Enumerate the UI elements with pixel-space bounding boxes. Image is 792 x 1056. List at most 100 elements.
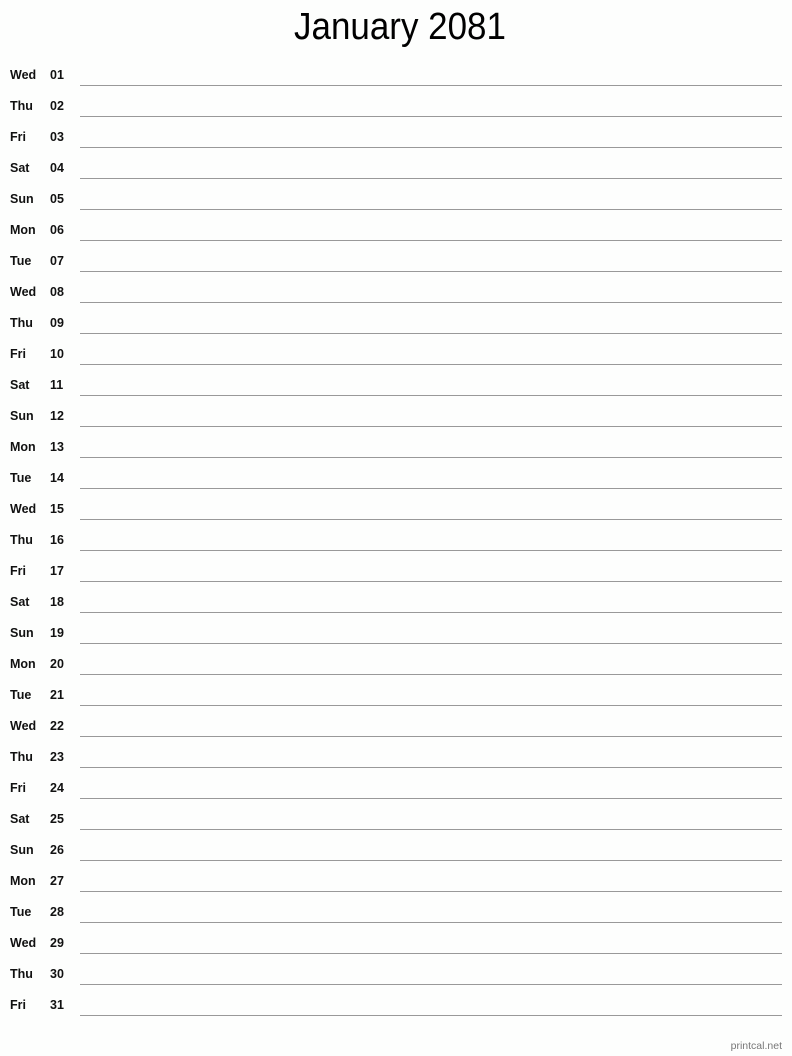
- day-number: 31: [50, 998, 64, 1012]
- writing-line[interactable]: [80, 674, 782, 675]
- day-number: 07: [50, 254, 64, 268]
- day-number: 15: [50, 502, 64, 516]
- day-number: 26: [50, 843, 64, 857]
- day-row: Wed 29: [0, 936, 792, 967]
- day-of-week: Wed: [10, 936, 37, 950]
- day-of-week: Sat: [10, 595, 30, 609]
- day-of-week: Thu: [10, 99, 33, 113]
- day-of-week: Thu: [10, 750, 33, 764]
- day-number: 10: [50, 347, 64, 361]
- writing-line[interactable]: [80, 116, 782, 117]
- day-of-week: Mon: [10, 223, 36, 237]
- day-row: Sat 25: [0, 812, 792, 843]
- writing-line[interactable]: [80, 860, 782, 861]
- writing-line[interactable]: [80, 178, 782, 179]
- day-of-week: Thu: [10, 533, 33, 547]
- writing-line[interactable]: [80, 798, 782, 799]
- day-row: Fri 10: [0, 347, 792, 378]
- day-number: 09: [50, 316, 64, 330]
- day-number: 03: [50, 130, 64, 144]
- day-number: 02: [50, 99, 64, 113]
- writing-line[interactable]: [80, 550, 782, 551]
- day-of-week: Thu: [10, 316, 33, 330]
- writing-line[interactable]: [80, 767, 782, 768]
- day-number: 27: [50, 874, 64, 888]
- writing-line[interactable]: [80, 395, 782, 396]
- writing-line[interactable]: [80, 271, 782, 272]
- day-row: Sun 12: [0, 409, 792, 440]
- day-row: Fri 31: [0, 998, 792, 1029]
- day-of-week: Fri: [10, 564, 26, 578]
- writing-line[interactable]: [80, 364, 782, 365]
- day-of-week: Sat: [10, 378, 30, 392]
- writing-line[interactable]: [80, 209, 782, 210]
- writing-line[interactable]: [80, 922, 782, 923]
- day-number: 04: [50, 161, 64, 175]
- day-of-week: Fri: [10, 998, 26, 1012]
- day-row: Wed 01: [0, 68, 792, 99]
- day-row: Sun 19: [0, 626, 792, 657]
- day-number: 05: [50, 192, 64, 206]
- writing-line[interactable]: [80, 643, 782, 644]
- day-number: 06: [50, 223, 64, 237]
- day-number: 16: [50, 533, 64, 547]
- day-number: 22: [50, 719, 64, 733]
- day-of-week: Mon: [10, 440, 36, 454]
- day-number: 21: [50, 688, 64, 702]
- day-of-week: Sun: [10, 843, 34, 857]
- writing-line[interactable]: [80, 581, 782, 582]
- day-of-week: Sun: [10, 409, 34, 423]
- writing-line[interactable]: [80, 1015, 782, 1016]
- writing-line[interactable]: [80, 426, 782, 427]
- day-row: Thu 09: [0, 316, 792, 347]
- day-number: 14: [50, 471, 64, 485]
- writing-line[interactable]: [80, 457, 782, 458]
- day-row: Wed 15: [0, 502, 792, 533]
- day-number: 19: [50, 626, 64, 640]
- writing-line[interactable]: [80, 736, 782, 737]
- writing-line[interactable]: [80, 488, 782, 489]
- day-number: 08: [50, 285, 64, 299]
- day-row: Tue 28: [0, 905, 792, 936]
- writing-line[interactable]: [80, 984, 782, 985]
- day-of-week: Tue: [10, 905, 32, 919]
- day-row: Tue 21: [0, 688, 792, 719]
- day-of-week: Sun: [10, 192, 34, 206]
- day-row: Fri 24: [0, 781, 792, 812]
- writing-line[interactable]: [80, 891, 782, 892]
- writing-line[interactable]: [80, 240, 782, 241]
- day-number: 24: [50, 781, 64, 795]
- day-number: 12: [50, 409, 64, 423]
- writing-line[interactable]: [80, 612, 782, 613]
- day-number: 17: [50, 564, 64, 578]
- day-row: Fri 17: [0, 564, 792, 595]
- day-number: 20: [50, 657, 64, 671]
- day-of-week: Sat: [10, 161, 30, 175]
- day-of-week: Sun: [10, 626, 34, 640]
- day-row: Sun 05: [0, 192, 792, 223]
- day-row: Thu 30: [0, 967, 792, 998]
- day-row: Mon 13: [0, 440, 792, 471]
- day-row: Tue 07: [0, 254, 792, 285]
- day-number: 30: [50, 967, 64, 981]
- day-number: 28: [50, 905, 64, 919]
- day-of-week: Wed: [10, 68, 37, 82]
- day-row: Thu 02: [0, 99, 792, 130]
- day-row: Sat 11: [0, 378, 792, 409]
- writing-line[interactable]: [80, 829, 782, 830]
- writing-line[interactable]: [80, 147, 782, 148]
- writing-line[interactable]: [80, 333, 782, 334]
- writing-line[interactable]: [80, 953, 782, 954]
- day-row: Sat 18: [0, 595, 792, 626]
- writing-line[interactable]: [80, 519, 782, 520]
- day-of-week: Wed: [10, 502, 37, 516]
- day-row: Mon 20: [0, 657, 792, 688]
- day-row: Mon 27: [0, 874, 792, 905]
- day-number: 13: [50, 440, 64, 454]
- writing-line[interactable]: [80, 85, 782, 86]
- day-of-week: Sat: [10, 812, 30, 826]
- writing-line[interactable]: [80, 302, 782, 303]
- day-row: Thu 23: [0, 750, 792, 781]
- day-row: Sun 26: [0, 843, 792, 874]
- writing-line[interactable]: [80, 705, 782, 706]
